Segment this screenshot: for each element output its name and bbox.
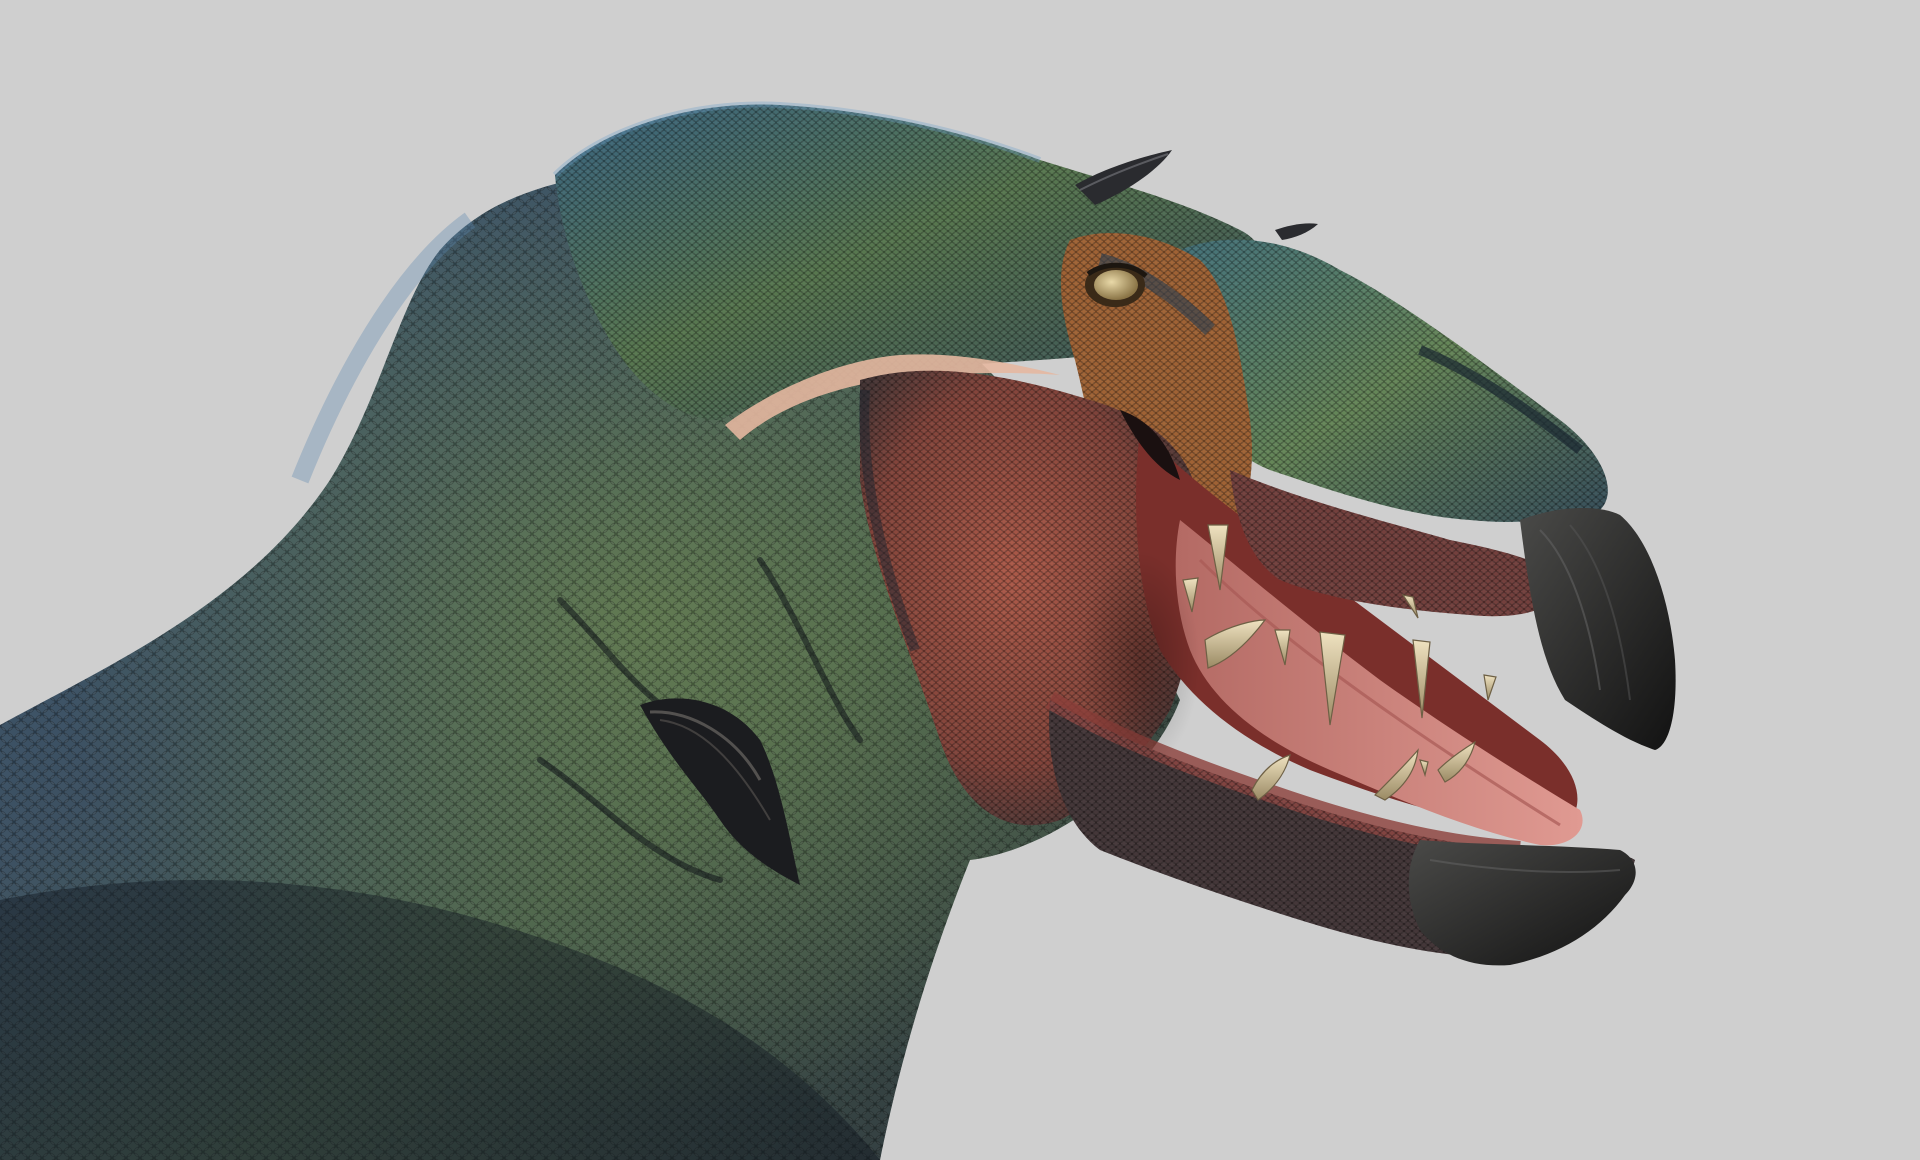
dinosaur-render-svg <box>0 0 1920 1160</box>
jaw-shadow <box>1080 550 1200 770</box>
sculpt-render <box>0 0 1920 1160</box>
